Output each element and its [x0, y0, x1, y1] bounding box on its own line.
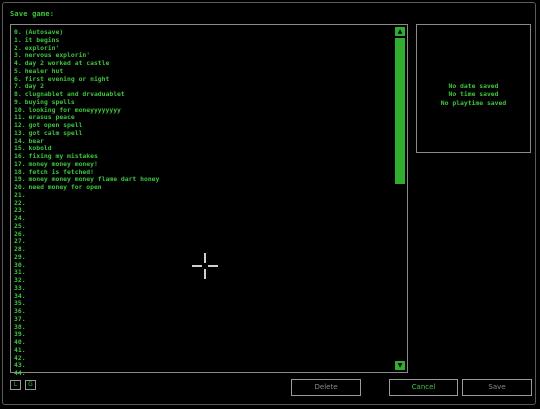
scroll-down-icon[interactable]: ▼: [395, 361, 405, 370]
save-slot-row[interactable]: 33.: [14, 284, 394, 293]
save-slot-name: day 2 worked at castle: [24, 59, 110, 67]
dialog-title: Save game:: [10, 10, 55, 18]
save-slot-row[interactable]: 38.: [14, 323, 394, 332]
save-slot-row[interactable]: 40.: [14, 338, 394, 347]
save-slot-name: healer hut: [24, 66, 64, 75]
save-slot-name: got calm spell: [28, 128, 83, 137]
save-button[interactable]: Save: [462, 379, 532, 396]
save-slot-name: clugnablet and drvaduablet: [24, 90, 125, 98]
save-slot-row[interactable]: 27.: [14, 237, 394, 246]
toggle-g-button[interactable]: G: [25, 380, 36, 390]
save-slot-row[interactable]: 0. (Autosave): [14, 28, 394, 37]
save-slot-row[interactable]: 36.: [14, 307, 394, 316]
save-slot-row[interactable]: 25.: [14, 222, 394, 231]
save-slot-list: 0. (Autosave) 1. it begins 2. explorin' 3. nerv…: [14, 28, 394, 378]
save-slot-name: money money money!: [28, 159, 98, 168]
save-slot-row[interactable]: 39.: [14, 330, 394, 339]
crosshair-cursor-icon: [192, 253, 218, 279]
save-date-text: No date saved: [448, 81, 499, 90]
save-playtime-text: No playtime saved: [440, 98, 507, 107]
save-slot-row[interactable]: 1. it begins: [14, 35, 394, 45]
save-slot-row[interactable]: 37.: [14, 315, 394, 324]
save-slot-row[interactable]: 22.: [14, 199, 394, 208]
save-slot-row[interactable]: 4. day 2 worked at castle: [14, 59, 394, 68]
toggle-l-button[interactable]: L: [10, 380, 21, 390]
save-slot-name: need money for open: [28, 183, 102, 191]
save-slot-name: got open spell: [28, 121, 83, 129]
save-slot-row[interactable]: 35.: [14, 299, 394, 308]
save-slot-row[interactable]: 23.: [14, 206, 394, 215]
cancel-button[interactable]: Cancel: [389, 379, 458, 396]
save-slot-row[interactable]: 14. bear: [14, 137, 394, 146]
scroll-thumb[interactable]: [395, 38, 405, 184]
save-slot-row[interactable]: 43.: [14, 361, 394, 370]
save-slot-name: (Autosave): [24, 28, 64, 36]
save-slot-row[interactable]: 41.: [14, 346, 394, 355]
save-slot-row[interactable]: 6. first evening or night: [14, 75, 394, 84]
scroll-up-icon[interactable]: ▲: [395, 27, 405, 36]
save-info-panel: No date saved No time saved No playtime …: [416, 24, 531, 153]
save-slot-row[interactable]: 21.: [14, 191, 394, 200]
save-slot-row[interactable]: 42.: [14, 354, 394, 363]
save-slot-list-panel: 0. (Autosave) 1. it begins 2. explorin' 3. nerv…: [10, 24, 408, 377]
delete-button[interactable]: Delete: [291, 379, 361, 396]
save-slot-name: it begins: [24, 35, 60, 44]
save-slot-row[interactable]: 34.: [14, 292, 394, 301]
save-slot-name: buying spells: [24, 97, 75, 106]
save-slot-name: fixing my mistakes: [28, 152, 98, 160]
save-slot-row[interactable]: 24.: [14, 214, 394, 223]
scrollbar[interactable]: ▲ ▼: [395, 27, 405, 370]
save-slot-number: 44.: [14, 369, 26, 377]
save-slot-row[interactable]: 44.: [14, 369, 394, 378]
save-slot-row[interactable]: 13. got calm spell: [14, 128, 394, 138]
save-time-text: No time saved: [448, 90, 499, 99]
save-slot-row[interactable]: 20. need money for open: [14, 183, 394, 192]
save-slot-row[interactable]: 26.: [14, 230, 394, 239]
